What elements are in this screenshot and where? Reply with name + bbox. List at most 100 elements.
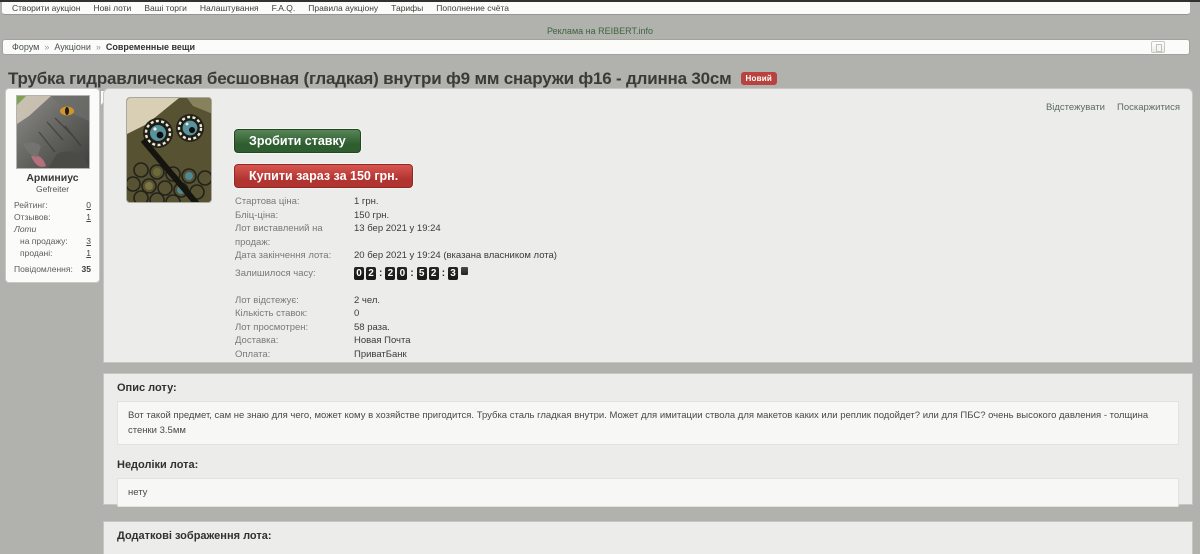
detail-value: 0 <box>354 308 360 319</box>
countdown-digit: 2 <box>366 267 376 280</box>
detail-row: Стартова ціна: 1 грн. <box>235 195 557 209</box>
breadcrumb: Форум » Аукціони » Современные вещи <box>2 39 1190 55</box>
forsale-label: на продажу: <box>20 236 68 246</box>
detail-label: Лот відстежує: <box>235 294 299 306</box>
stat-row-reviews: Отзывов: 1 <box>6 211 99 223</box>
flaws-text: нету <box>117 478 1179 507</box>
stat-row-lots: Лоти <box>6 223 99 235</box>
breadcrumb-separator: » <box>95 42 101 52</box>
seller-card: Арминиус Gefreiter Рейтинг: 0 Отзывов: 1… <box>5 88 100 283</box>
nav-item[interactable]: Пополнение счёта <box>436 3 509 13</box>
detail-label: Оплата: <box>235 348 271 360</box>
watch-link[interactable]: Відстежувати <box>1046 102 1105 113</box>
lot-panel: Відстежувати Поскаржитися Зробити ставку… <box>103 88 1193 363</box>
countdown-digit: 2 <box>428 267 439 280</box>
countdown-row: Залишилося часу: 0 2 : 2 0 : 5 2 : 3 <box>235 266 557 282</box>
detail-row: Бліц-ціна: 150 грн. <box>235 209 557 223</box>
ad-link[interactable]: Реклама на REIBERT.info <box>547 26 653 36</box>
messages-label: Повідомлення: <box>14 264 73 274</box>
lot-details: Стартова ціна: 1 грн. Бліц-ціна: 150 грн… <box>235 195 557 361</box>
lot-photo[interactable] <box>126 97 212 203</box>
countdown-digit: 2 <box>385 267 396 280</box>
description-text: Вот такой предмет, сам не знаю для чего,… <box>117 401 1179 445</box>
nav-item[interactable]: Налаштування <box>200 3 259 13</box>
stat-row-rating: Рейтинг: 0 <box>6 199 99 211</box>
buy-now-button[interactable]: Купити зараз за 150 грн. <box>234 164 414 188</box>
breadcrumb-link-auctions[interactable]: Аукціони <box>54 42 91 52</box>
page-title: Трубка гидравлическая бесшовная (гладкая… <box>8 69 777 89</box>
seller-name[interactable]: Арминиус <box>6 172 99 184</box>
seller-rank: Gefreiter <box>35 184 70 194</box>
online-indicator-icon <box>16 96 26 105</box>
detail-label: Дата закінчення лота: <box>235 250 332 261</box>
rating-value[interactable]: 0 <box>86 199 91 211</box>
bid-button[interactable]: Зробити ставку <box>234 129 361 153</box>
seller-avatar[interactable] <box>15 95 90 169</box>
detail-row: Лот виставлений на продаж: 13 бер 2021 у… <box>235 222 557 249</box>
detail-label: Стартова ціна: <box>235 196 300 207</box>
countdown-digit: 3 <box>448 267 459 280</box>
ad-row: Реклама на REIBERT.info <box>0 21 1200 39</box>
time-left-label: Залишилося часу: <box>235 268 316 279</box>
messages-value: 35 <box>81 264 91 274</box>
detail-label: Кількість ставок: <box>235 308 308 319</box>
sold-label: продані: <box>20 248 53 258</box>
forsale-value[interactable]: 3 <box>86 235 91 247</box>
reviews-label: Отзывов: <box>14 212 51 222</box>
sold-value[interactable]: 1 <box>86 247 91 259</box>
countdown-digit: 0 <box>397 267 408 280</box>
owl-fabric-image <box>127 98 211 202</box>
nav-item[interactable]: F.A.Q. <box>272 3 296 13</box>
lot-action-links: Відстежувати Поскаржитися <box>1046 102 1180 113</box>
countdown-colon: : <box>379 268 383 279</box>
countdown-timer: 0 2 : 2 0 : 5 2 : 3 <box>354 267 469 280</box>
detail-value: ПриватБанк <box>354 348 407 360</box>
flaws-heading: Недоліки лота: <box>117 459 199 471</box>
detail-value: 58 раза. <box>354 321 390 333</box>
breadcrumb-separator: » <box>44 42 50 52</box>
detail-row: Доставка: Новая Почта <box>235 334 557 348</box>
detail-row: Оплата: ПриватБанк <box>235 348 557 362</box>
detail-row: Лот відстежує: 2 чел. <box>235 294 557 308</box>
detail-row: Лот просмотрен: 58 раза. <box>235 321 557 335</box>
detail-value: 1 грн. <box>354 196 379 207</box>
report-link[interactable]: Поскаржитися <box>1117 102 1180 113</box>
new-badge: Новий <box>740 72 777 86</box>
stat-row-forsale: на продажу: 3 <box>6 235 99 247</box>
countdown-digit: 5 <box>416 267 427 280</box>
countdown-flip-stub <box>461 267 469 275</box>
nav-item[interactable]: Правила аукціону <box>308 3 378 13</box>
detail-label: Лот виставлений на продаж: <box>235 223 323 248</box>
nav-item[interactable]: Створити аукціон <box>12 3 80 13</box>
page-title-text: Трубка гидравлическая бесшовная (гладкая… <box>8 69 732 89</box>
detail-row: Дата закінчення лота: 20 бер 2021 у 19:2… <box>235 249 557 263</box>
nav-item[interactable]: Ваші торги <box>144 3 187 13</box>
detail-value: 150 грн. <box>354 209 390 221</box>
description-panel: Опис лоту: Вот такой предмет, сам не зна… <box>103 373 1193 507</box>
detail-value: 13 бер 2021 у 19:24 <box>354 223 441 234</box>
lots-label: Лоти <box>14 224 37 234</box>
detail-value: Новая Почта <box>354 335 411 346</box>
detail-row: Кількість ставок: 0 <box>235 307 557 321</box>
stat-row-messages: Повідомлення: 35 <box>6 263 99 275</box>
nav-item[interactable]: Нові лоти <box>93 3 131 13</box>
countdown-colon: : <box>441 268 446 279</box>
extra-images-panel: Додаткові зображення лота: <box>103 521 1193 554</box>
breadcrumb-link-forum[interactable]: Форум <box>12 42 39 52</box>
detail-value: 20 бер 2021 у 19:24 (вказана власником л… <box>354 250 557 261</box>
detail-label: Доставка: <box>235 335 279 346</box>
countdown-colon: : <box>410 268 414 279</box>
stat-row-sold: продані: 1 <box>6 247 99 259</box>
countdown-digit: 0 <box>354 267 364 280</box>
description-heading: Опис лоту: <box>117 382 177 394</box>
extra-images-heading: Додаткові зображення лота: <box>117 530 272 542</box>
reviews-value[interactable]: 1 <box>86 211 91 223</box>
top-navbar: Створити аукціон Нові лоти Ваші торги Налаш… <box>2 2 1190 15</box>
cat-avatar-image <box>16 96 89 168</box>
nav-item[interactable]: Тарифы <box>391 3 423 13</box>
detail-value: 2 чел. <box>354 294 381 306</box>
detail-label: Лот просмотрен: <box>235 321 309 333</box>
breadcrumb-corner-button[interactable] <box>1151 41 1165 53</box>
breadcrumb-current: Современные вещи <box>105 42 196 52</box>
detail-label: Бліц-ціна: <box>235 209 279 221</box>
